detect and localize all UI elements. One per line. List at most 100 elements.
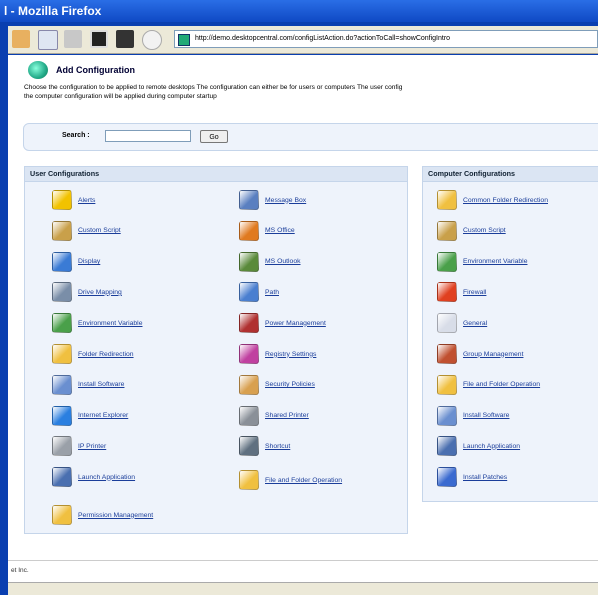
config-link[interactable]: Shared Printer: [265, 412, 309, 419]
address-bar[interactable]: http://demo.desktopcentral.com/configLis…: [174, 30, 598, 48]
config-item[interactable]: IP Printer: [52, 436, 106, 457]
config-link[interactable]: MS Outlook: [265, 258, 301, 265]
firewall-icon: [437, 282, 457, 303]
config-link[interactable]: Drive Mapping: [78, 289, 122, 296]
page-title: Add Configuration: [56, 65, 135, 75]
user-configurations-panel: User Configurations Alerts Custom Script D…: [24, 166, 408, 534]
config-link[interactable]: IP Printer: [78, 443, 106, 450]
config-item[interactable]: Common Folder Redirection: [437, 190, 548, 210]
config-link[interactable]: Group Management: [463, 351, 523, 358]
config-item[interactable]: Alerts: [52, 190, 95, 210]
config-item[interactable]: MS Office: [239, 220, 295, 241]
config-link[interactable]: Launch Application: [463, 443, 520, 450]
shortcut-icon: [239, 436, 259, 457]
search-label: Search :: [62, 132, 90, 139]
power-icon: [239, 313, 259, 334]
config-item[interactable]: Message Box: [239, 190, 306, 210]
page-content: Add Configuration Choose the configurati…: [8, 55, 598, 595]
config-item[interactable]: Environment Variable: [437, 251, 527, 272]
window-titlebar: l - Mozilla Firefox: [0, 0, 598, 22]
general-icon: [437, 313, 457, 334]
config-item[interactable]: Launch Application: [437, 436, 520, 457]
registry-icon: [239, 344, 259, 364]
config-item[interactable]: Custom Script: [52, 220, 121, 241]
config-item[interactable]: General: [437, 313, 487, 334]
home-icon[interactable]: [12, 30, 30, 48]
launch-app-icon: [437, 436, 457, 457]
config-item[interactable]: Custom Script: [437, 220, 506, 241]
description-line-2: the computer configuration will be appli…: [24, 93, 217, 100]
config-item[interactable]: Shared Printer: [239, 405, 309, 426]
config-link[interactable]: Folder Redirection: [78, 351, 134, 358]
bookmark-icon[interactable]: [38, 30, 58, 50]
config-link[interactable]: MS Office: [265, 227, 295, 234]
go-button[interactable]: Go: [200, 130, 228, 143]
launch-app-icon: [52, 467, 72, 488]
config-link[interactable]: Custom Script: [463, 227, 506, 234]
favicon-icon: [178, 34, 190, 46]
print-icon[interactable]: [64, 30, 82, 48]
config-item[interactable]: Internet Explorer: [52, 405, 128, 426]
config-item[interactable]: File and Folder Operation: [437, 374, 540, 395]
config-link[interactable]: Common Folder Redirection: [463, 197, 548, 204]
tag-icon[interactable]: [142, 30, 162, 50]
config-link[interactable]: Message Box: [265, 197, 306, 204]
config-item[interactable]: Power Management: [239, 313, 326, 334]
config-link[interactable]: Custom Script: [78, 227, 121, 234]
config-item[interactable]: Security Policies: [239, 374, 315, 395]
config-link[interactable]: Security Policies: [265, 381, 315, 388]
lock-icon: [239, 374, 259, 395]
config-link[interactable]: File and Folder Operation: [265, 477, 342, 484]
config-item[interactable]: Install Software: [437, 405, 509, 426]
config-item[interactable]: Drive Mapping: [52, 282, 122, 303]
config-link[interactable]: Power Management: [265, 320, 326, 327]
env-var-icon: [52, 313, 72, 334]
config-link[interactable]: Install Software: [78, 381, 124, 388]
status-bar: [8, 582, 598, 595]
config-link[interactable]: Alerts: [78, 197, 95, 204]
config-item[interactable]: Registry Settings: [239, 344, 316, 364]
config-item[interactable]: Display: [52, 251, 100, 272]
outlook-icon: [239, 251, 259, 272]
file-folder-icon: [437, 374, 457, 395]
config-link[interactable]: Registry Settings: [265, 351, 316, 358]
config-link[interactable]: Environment Variable: [463, 258, 527, 265]
patch-icon: [437, 467, 457, 488]
config-link[interactable]: Internet Explorer: [78, 412, 128, 419]
config-link[interactable]: Install Patches: [463, 474, 507, 481]
user-configurations-body: Alerts Custom Script Display Drive Mapping E…: [25, 182, 407, 533]
config-link[interactable]: Permission Management: [78, 512, 153, 519]
config-item[interactable]: Firewall: [437, 282, 486, 303]
window-icon[interactable]: [116, 30, 134, 48]
config-link[interactable]: File and Folder Operation: [463, 381, 540, 388]
config-item[interactable]: Environment Variable: [52, 313, 142, 334]
search-input[interactable]: [105, 130, 191, 142]
config-item[interactable]: Install Software: [52, 374, 124, 395]
config-item[interactable]: Path: [239, 282, 279, 303]
config-link[interactable]: Display: [78, 258, 100, 265]
config-item[interactable]: Install Patches: [437, 467, 507, 488]
config-link[interactable]: Launch Application: [78, 474, 135, 481]
path-icon: [239, 282, 259, 303]
script-icon: [437, 220, 457, 241]
screen-icon[interactable]: [90, 30, 108, 48]
config-link[interactable]: Firewall: [463, 289, 486, 296]
page-header: Add Configuration: [28, 61, 135, 79]
config-link[interactable]: Install Software: [463, 412, 509, 419]
config-item[interactable]: Shortcut: [239, 436, 290, 457]
config-item[interactable]: Group Management: [437, 344, 523, 364]
config-item[interactable]: Launch Application: [52, 467, 135, 488]
config-item[interactable]: Folder Redirection: [52, 344, 134, 364]
config-item[interactable]: MS Outlook: [239, 251, 301, 272]
alert-icon: [52, 190, 72, 210]
folder-redirect-icon: [52, 344, 72, 364]
config-link[interactable]: Environment Variable: [78, 320, 142, 327]
drive-icon: [52, 282, 72, 303]
display-icon: [52, 251, 72, 272]
config-item[interactable]: Permission Management: [52, 505, 153, 526]
config-link[interactable]: Path: [265, 289, 279, 296]
config-link[interactable]: General: [463, 320, 487, 327]
config-link[interactable]: Shortcut: [265, 443, 290, 450]
env-var-icon: [437, 251, 457, 272]
config-item[interactable]: File and Folder Operation: [239, 470, 342, 491]
